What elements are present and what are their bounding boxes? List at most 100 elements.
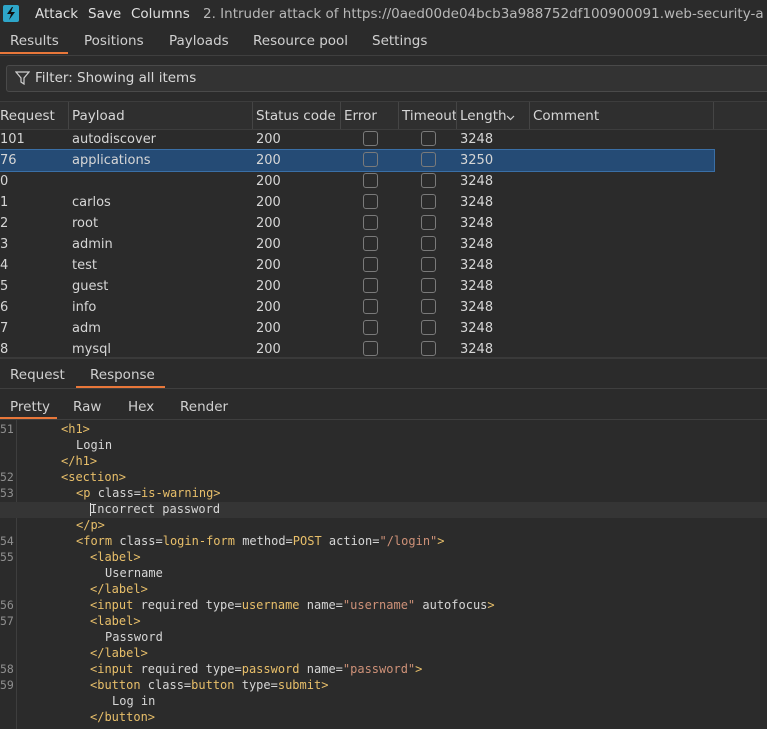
message-tabs: Request Response [0,362,767,389]
cell-payload: info [72,300,97,315]
attribute-token: required type= [140,662,242,676]
table-row[interactable]: 3 admin 200 3248 [0,234,714,255]
error-checkbox [363,299,378,314]
menu-columns[interactable]: Columns [131,6,190,22]
table-row[interactable]: 6 info 200 3248 [0,297,714,318]
error-checkbox [363,257,378,272]
code-text: Password [105,630,163,644]
timeout-checkbox [421,173,436,188]
window-title: 2. Intruder attack of https://0aed00de04… [203,6,763,22]
code-text: Incorrect password [90,502,220,516]
html-tag-token: <input [90,662,141,676]
html-tag-token: > [213,486,221,500]
table-row[interactable]: 76 applications 200 3250 [0,149,715,172]
cell-length: 3250 [460,153,494,168]
tab-results[interactable]: Results [10,33,59,49]
html-tag-token: </label> [90,646,148,660]
column-header-error[interactable]: Error [344,108,377,124]
tab-request[interactable]: Request [10,367,65,383]
code-text: <form class=login-form method=POST actio… [76,534,445,548]
active-tab-indicator [0,417,57,419]
table-row[interactable]: 101 autodiscover 200 3248 [0,129,714,150]
cell-length: 3248 [460,279,494,294]
tab-pretty[interactable]: Pretty [10,399,50,415]
cell-request: 76 [0,153,17,168]
cell-status-code: 200 [256,153,281,168]
timeout-checkbox [421,236,436,251]
column-header-payload[interactable]: Payload [72,108,125,124]
code-text: </label> [90,646,148,660]
code-line: 55 <label> [0,550,767,566]
timeout-checkbox [421,299,436,314]
menu-attack[interactable]: Attack [35,6,78,22]
code-line: Login [0,438,767,454]
table-row[interactable]: 4 test 200 3248 [0,255,714,276]
cell-length: 3248 [460,195,494,210]
attribute-token: submit [277,678,322,692]
tab-hex[interactable]: Hex [128,399,154,415]
cell-request: 6 [0,300,9,315]
table-row[interactable]: 7 adm 200 3248 [0,318,714,339]
response-editor[interactable]: 51 <h1> Login </h1> 52 <section> 53 <p class=is… [0,420,767,729]
code-line: </label> [0,646,767,662]
tab-render[interactable]: Render [180,399,228,415]
code-line: 54 <form class=login-form method=POST act… [0,534,767,550]
column-header-timeout[interactable]: Timeout [402,108,457,124]
timeout-checkbox [421,215,436,230]
column-header-request[interactable]: Request [0,108,55,124]
cell-status-code: 200 [256,237,281,252]
html-tag-token: <h1> [61,422,90,436]
line-number: 55 [0,550,14,564]
attribute-token: login-form [162,534,243,548]
timeout-checkbox [421,194,436,209]
code-text: <input required type=password name="pass… [90,662,422,676]
tab-settings[interactable]: Settings [372,33,427,49]
html-tag-token: <button [90,678,148,692]
attribute-token: class= [119,534,163,548]
tab-resource-pool[interactable]: Resource pool [253,33,348,49]
table-row[interactable]: 0 200 3248 [0,171,714,192]
code-line: 58 <input required type=password name="pa… [0,662,767,678]
table-row[interactable]: 5 guest 200 3248 [0,276,714,297]
attribute-token: class= [147,678,192,692]
timeout-checkbox [421,278,436,293]
tab-payloads[interactable]: Payloads [169,33,229,49]
code-line: </p> [0,518,767,534]
cell-status-code: 200 [256,132,281,147]
timeout-checkbox [421,341,436,356]
tab-response[interactable]: Response [90,367,155,383]
cell-length: 3248 [460,342,494,357]
cell-payload: carlos [72,195,111,210]
attribute-token: name= [306,598,343,612]
line-number: 53 [0,486,14,500]
column-divider [398,102,399,129]
html-tag-token: > [321,678,329,692]
burp-logo-icon [3,5,19,22]
cell-payload: mysql [72,342,111,357]
text-token: Log in [112,694,156,708]
column-header-length[interactable]: Length [460,108,507,124]
line-number: 58 [0,662,14,676]
error-checkbox [363,236,378,251]
error-checkbox [363,278,378,293]
table-splitter[interactable] [0,357,767,359]
table-row[interactable]: 1 carlos 200 3248 [0,192,714,213]
cell-payload: test [72,258,97,273]
cell-status-code: 200 [256,279,281,294]
attribute-token: button [191,678,242,692]
html-tag-token: </label> [90,582,148,596]
cell-request: 1 [0,195,9,210]
filter-bar[interactable]: Filter: Showing all items [6,65,767,92]
tab-positions[interactable]: Positions [84,33,144,49]
column-header-status-code[interactable]: Status code [256,108,336,124]
tab-raw[interactable]: Raw [73,399,101,415]
table-row[interactable]: 2 root 200 3248 [0,213,714,234]
column-header-comment[interactable]: Comment [533,108,599,124]
cell-payload: applications [72,153,151,168]
menu-save[interactable]: Save [88,6,121,22]
line-number: 56 [0,598,14,612]
cell-length: 3248 [460,174,494,189]
attribute-token: username [241,598,307,612]
error-checkbox [363,194,378,209]
code-text: Login [76,438,112,452]
